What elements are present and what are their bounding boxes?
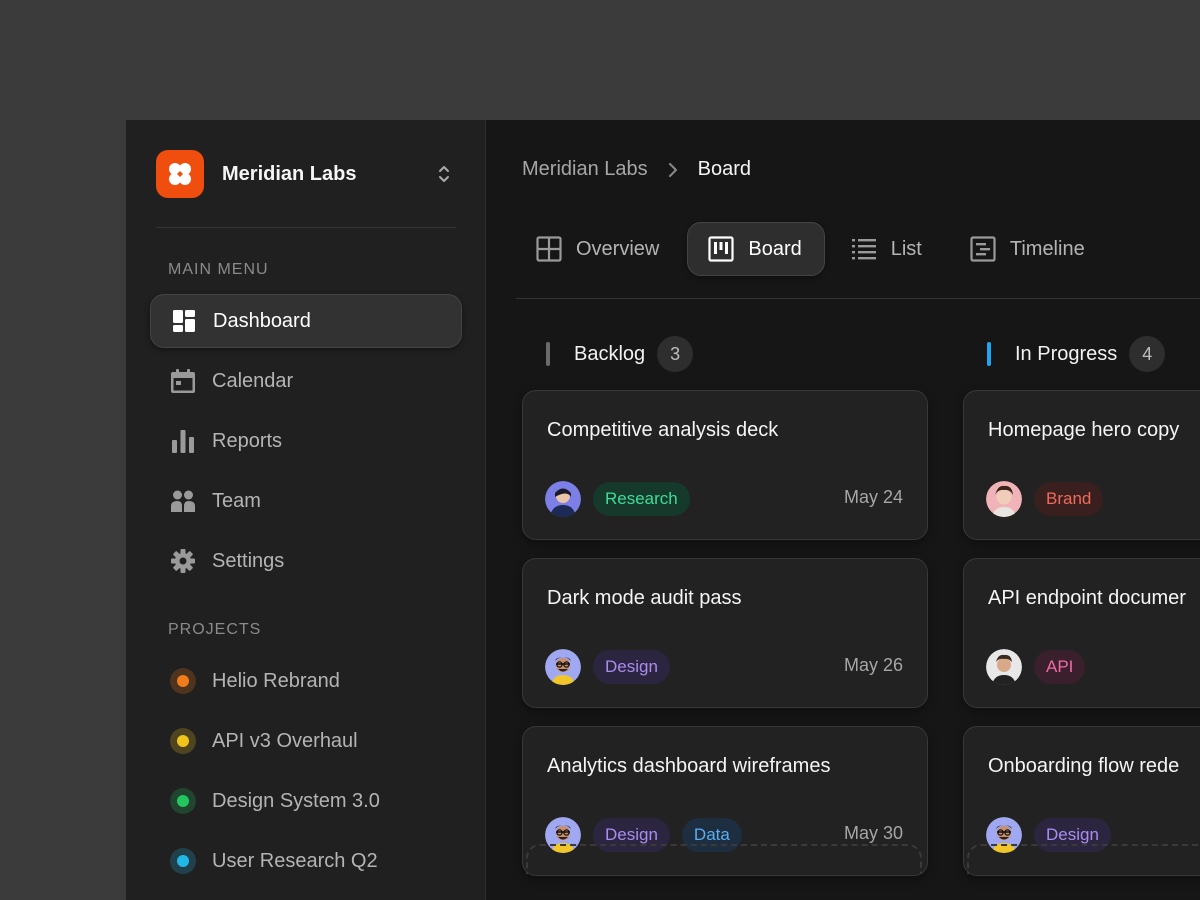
app-window: Meridian Labs MAIN MENU Dashboard Calend… [126,120,1200,900]
project-status-dot-icon [170,668,196,694]
breadcrumb-root-link[interactable]: Meridian Labs [522,158,648,181]
tab-label: Timeline [1009,237,1085,260]
chevron-right-icon [668,162,677,177]
sidebar-item-label: Dashboard [213,309,311,332]
tab-label: Board [748,237,802,260]
card-footer: API [986,649,1097,685]
breadcrumb-current: Board [697,158,751,180]
project-item-helio-rebrand[interactable]: Helio Rebrand [150,656,462,706]
view-tabs: Overview Board List Timeline [516,222,1113,276]
main-content: Meridian Labs Board Overview Board List … [486,120,1200,900]
card-due-date: May 30 [843,823,903,843]
column-title: Backlog [574,342,646,365]
column-title: In Progress [1015,342,1118,365]
workspace-logo-icon [156,150,204,198]
breadcrumb: Meridian Labs Board [522,158,751,181]
projects-label: PROJECTS [168,621,262,638]
task-card[interactable]: Homepage hero copy Brand [963,390,1200,540]
project-status-dot-icon [170,848,196,874]
project-item-user-research[interactable]: User Research Q2 [150,836,462,886]
project-status-dot-icon [170,728,196,754]
sidebar-item-label: Team [212,489,261,512]
tab-overview[interactable]: Overview [516,222,681,276]
add-card-placeholder[interactable] [526,844,922,874]
tag-research: Research [593,482,690,516]
card-footer: Research [545,481,702,517]
column-header: In Progress 4 [963,334,1200,374]
sidebar-divider [156,227,456,228]
sidebar-item-team[interactable]: Team [150,474,462,528]
tab-timeline[interactable]: Timeline [950,222,1107,276]
team-icon [170,488,196,514]
card-title: API endpoint documer [988,587,1186,609]
avatar [545,649,581,685]
avatar [545,481,581,517]
task-card[interactable]: Competitive analysis deck Research May 2… [522,390,928,540]
project-label: API v3 Overhaul [212,729,358,752]
card-due-date: May 26 [843,655,903,675]
sidebar: Meridian Labs MAIN MENU Dashboard Calend… [126,120,486,900]
sidebar-item-settings[interactable]: Settings [150,534,462,588]
sidebar-item-calendar[interactable]: Calendar [150,354,462,408]
column-count-badge: 3 [657,336,694,372]
sidebar-item-dashboard[interactable]: Dashboard [150,294,462,348]
column-accent-bar [546,342,550,366]
project-item-design-system[interactable]: Design System 3.0 [150,776,462,826]
card-title: Competitive analysis deck [547,419,779,441]
card-due-date: May 24 [843,487,903,507]
sidebar-item-label: Calendar [212,369,294,392]
timeline-icon [970,236,996,262]
card-title: Dark mode audit pass [547,587,742,609]
card-title: Homepage hero copy [988,419,1180,441]
board-column-backlog: Backlog 3 Competitive analysis deck Rese… [522,334,928,876]
kanban-icon [708,236,734,262]
tab-list[interactable]: List [831,222,944,276]
chevron-up-down-icon[interactable] [432,162,456,186]
avatar [986,649,1022,685]
tag-design: Design [593,650,670,684]
main-menu-label: MAIN MENU [168,261,269,278]
column-count-badge: 4 [1129,336,1166,372]
column-header: Backlog 3 [522,334,928,374]
workspace-name: Meridian Labs [222,162,357,185]
tab-label: List [890,237,922,260]
bar-chart-icon [170,428,196,454]
board-column-in-progress: In Progress 4 Homepage hero copy Brand A… [963,334,1200,876]
project-label: User Research Q2 [212,849,378,872]
gear-icon [170,548,196,574]
tabs-divider [516,298,1200,299]
calendar-icon [170,368,196,394]
project-label: Design System 3.0 [212,789,380,812]
tab-label: Overview [576,237,660,260]
sidebar-item-label: Reports [212,429,283,452]
project-item-api-v3-overhaul[interactable]: API v3 Overhaul [150,716,462,766]
sidebar-item-reports[interactable]: Reports [150,414,462,468]
card-title: Analytics dashboard wireframes [547,755,831,777]
dashboard-icon [171,308,197,334]
list-icon [851,236,877,262]
column-accent-bar [987,342,991,366]
workspace-switcher[interactable]: Meridian Labs [156,150,456,198]
project-label: Helio Rebrand [212,669,340,692]
sidebar-item-label: Settings [212,549,285,572]
task-card[interactable]: API endpoint documer API [963,558,1200,708]
avatar [986,481,1022,517]
grid-icon [536,236,562,262]
card-footer: Brand [986,481,1115,517]
card-title: Onboarding flow rede [988,755,1180,777]
tab-board[interactable]: Board [687,222,825,276]
tag-brand: Brand [1034,482,1104,516]
task-card[interactable]: Dark mode audit pass Design May 26 [522,558,928,708]
tag-api: API [1034,650,1086,684]
card-footer: Design [545,649,682,685]
project-status-dot-icon [170,788,196,814]
add-card-placeholder[interactable] [967,844,1200,874]
